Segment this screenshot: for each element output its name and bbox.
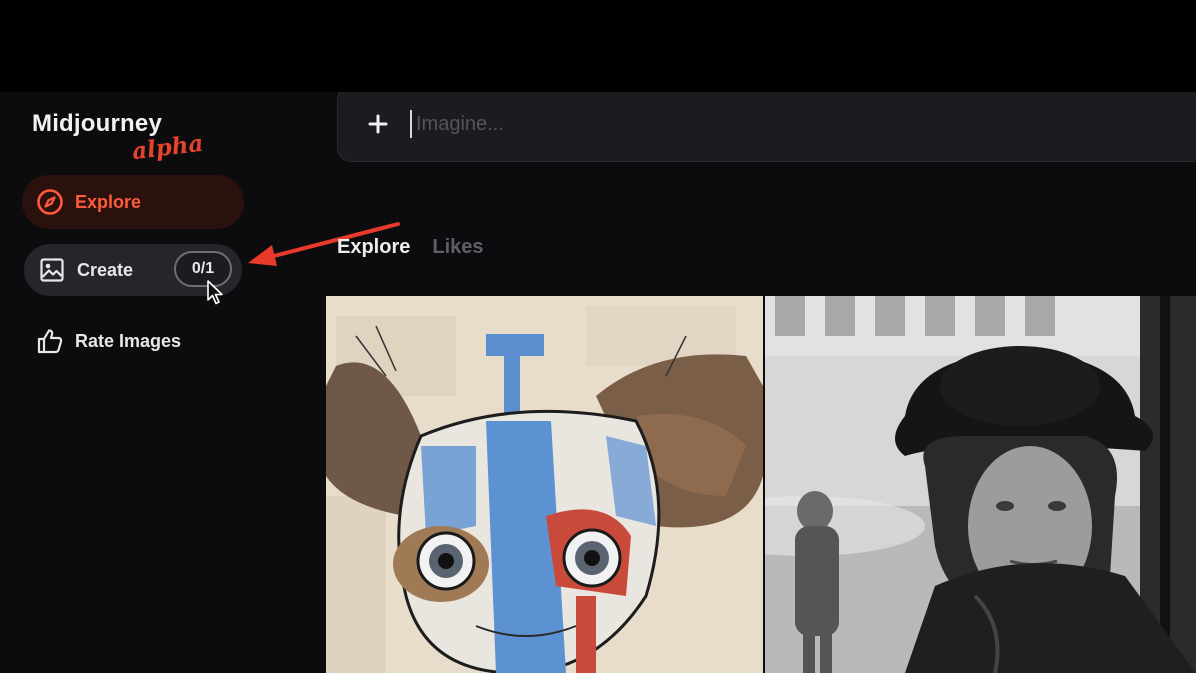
thumbs-up-icon [36,327,64,355]
compass-icon [36,188,64,216]
prompt-bar [337,92,1196,162]
sidebar-item-explore[interactable]: Explore [22,175,244,229]
tab-likes[interactable]: Likes [432,236,483,259]
sidebar-item-label: Explore [75,191,142,212]
logo[interactable]: Midjourney alpha [32,110,205,165]
plus-icon[interactable] [366,112,390,136]
feed-tabs: Explore Likes [337,236,484,259]
text-caret [410,110,412,138]
tab-explore[interactable]: Explore [337,236,410,259]
gallery-image-creature[interactable] [326,296,763,673]
imagine-prompt-input[interactable] [414,111,1118,137]
sidebar-item-label: Create [77,259,134,280]
mouse-cursor-icon [207,280,223,305]
sidebar-item-rate-images[interactable]: Rate Images [22,314,244,368]
image-icon [38,256,66,284]
logo-text: Midjourney [32,110,163,137]
image-gallery [326,296,1196,673]
sidebar-item-label: Rate Images [75,330,182,351]
app-window: Midjourney alpha Explore Create 0/1 Rate… [0,92,1196,673]
gallery-image-portrait[interactable] [765,296,1196,673]
